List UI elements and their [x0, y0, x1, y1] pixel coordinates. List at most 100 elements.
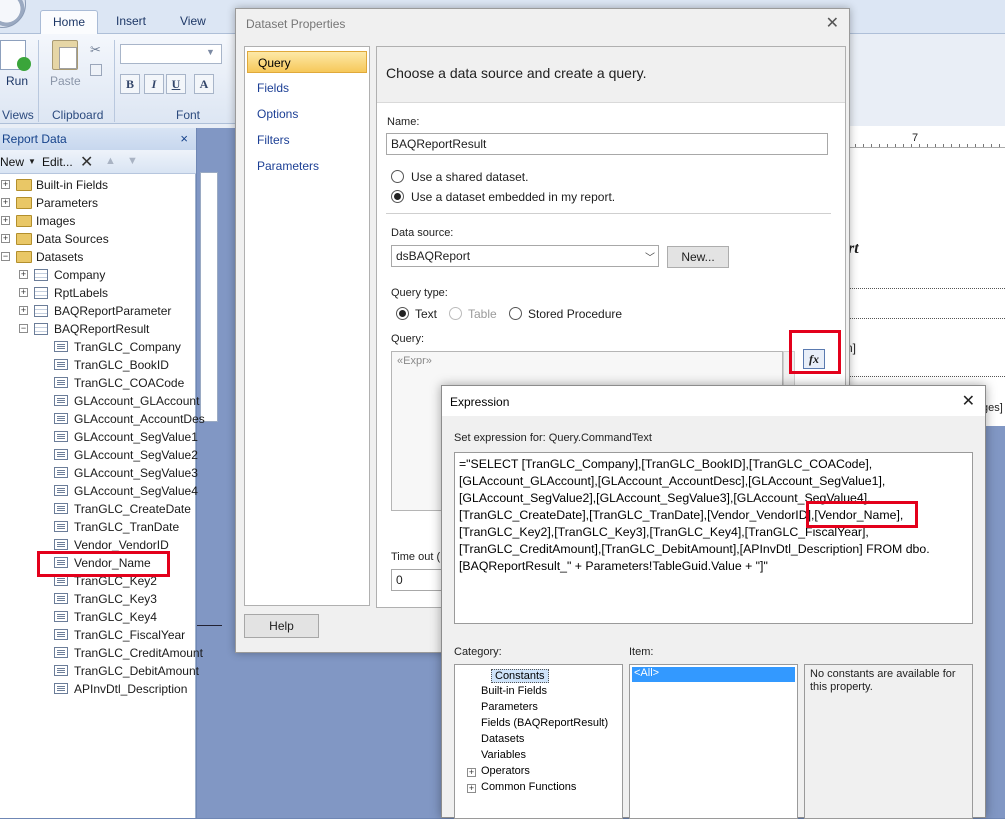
tree-field-item[interactable]: TranGLC_FiscalYear: [0, 626, 196, 644]
run-report-icon[interactable]: [0, 40, 31, 71]
item-all[interactable]: <All>: [632, 667, 795, 682]
tab-insert[interactable]: Insert: [104, 10, 158, 34]
field-icon: [54, 413, 68, 424]
close-icon[interactable]: ×: [180, 131, 188, 146]
expander-icon[interactable]: +: [467, 768, 476, 777]
nav-item-options[interactable]: Options: [257, 107, 298, 121]
tree-node[interactable]: + Company: [0, 266, 196, 284]
bold-button[interactable]: B: [120, 74, 140, 94]
tree-node[interactable]: + Parameters: [0, 194, 196, 212]
chevron-down-icon: ▼: [28, 157, 36, 166]
category-item[interactable]: Constants: [491, 669, 549, 683]
expander-icon[interactable]: +: [19, 270, 28, 279]
timeout-spinner[interactable]: 0: [391, 569, 445, 591]
tree-node[interactable]: + Data Sources: [0, 230, 196, 248]
category-item[interactable]: Built-in Fields: [481, 685, 547, 697]
expander-icon[interactable]: −: [1, 252, 10, 261]
tab-view[interactable]: View: [168, 10, 218, 34]
expander-icon[interactable]: +: [467, 784, 476, 793]
delete-icon[interactable]: ✕: [80, 152, 93, 172]
report-page: [848, 126, 1005, 426]
tree-field-item[interactable]: GLAccount_SegValue3: [0, 464, 198, 482]
category-item[interactable]: Operators: [481, 765, 530, 777]
cut-icon[interactable]: ✂: [90, 42, 101, 58]
category-item[interactable]: Fields (BAQReportResult): [481, 717, 608, 729]
nav-item-filters[interactable]: Filters: [257, 133, 290, 147]
radio-embedded-label: Use a dataset embedded in my report.: [411, 190, 616, 204]
tree-node[interactable]: + BAQReportParameter: [0, 302, 196, 320]
query-type-label: Query type:: [391, 287, 448, 299]
page-divider: [848, 318, 1005, 319]
tree-field-item[interactable]: TranGLC_Key3: [0, 590, 196, 608]
tree-field-item[interactable]: APInvDtl_Description: [0, 680, 196, 698]
tree-item-label: Data Sources: [36, 232, 109, 246]
close-icon[interactable]: ✕: [962, 391, 975, 411]
expression-editor[interactable]: ="SELECT [TranGLC_Company],[TranGLC_Book…: [454, 452, 973, 624]
tree-node[interactable]: + RptLabels: [0, 284, 196, 302]
radio-embedded-dataset[interactable]: [391, 190, 404, 203]
tree-field-item[interactable]: TranGLC_DebitAmount: [0, 662, 199, 680]
edit-button[interactable]: Edit...: [42, 155, 73, 169]
name-input[interactable]: BAQReportResult: [386, 133, 828, 155]
run-button[interactable]: Run: [6, 74, 28, 88]
tree-field-item[interactable]: GLAccount_SegValue1: [0, 428, 198, 446]
expander-icon[interactable]: +: [1, 216, 10, 225]
category-item[interactable]: Variables: [481, 749, 526, 761]
expander-icon[interactable]: +: [19, 306, 28, 315]
expander-icon[interactable]: +: [19, 288, 28, 297]
radio-query-text[interactable]: [396, 307, 409, 320]
item-list[interactable]: <All>: [629, 664, 798, 819]
tree-field-item[interactable]: TranGLC_CreditAmount: [0, 644, 203, 662]
tree-field-item[interactable]: TranGLC_BookID: [0, 356, 196, 374]
tree-field-item[interactable]: TranGLC_CreateDate: [0, 500, 196, 518]
tab-home[interactable]: Home: [40, 10, 99, 34]
tree-field-item[interactable]: TranGLC_Key4: [0, 608, 196, 626]
move-down-icon[interactable]: ▼: [127, 155, 138, 167]
field-icon: [54, 611, 68, 622]
tree-field-item[interactable]: GLAccount_SegValue2: [0, 446, 198, 464]
tree-node[interactable]: − BAQReportResult: [0, 320, 196, 338]
radio-shared-dataset[interactable]: [391, 170, 404, 183]
tree-field-item[interactable]: GLAccount_GLAccount: [0, 392, 199, 410]
radio-table-label: Table: [468, 307, 497, 321]
expander-icon[interactable]: −: [19, 324, 28, 333]
tree-node[interactable]: + Images: [0, 212, 196, 230]
dataset-icon: [34, 323, 48, 335]
expander-icon[interactable]: +: [1, 180, 10, 189]
category-tree[interactable]: Constants Built-in Fields Parameters Fields…: [454, 664, 623, 819]
nav-item-query[interactable]: Query: [247, 51, 367, 73]
underline-button[interactable]: U: [166, 74, 186, 94]
italic-button[interactable]: I: [144, 74, 164, 94]
tree-item-label: TranGLC_TranDate: [74, 520, 180, 534]
expander-icon[interactable]: +: [1, 234, 10, 243]
radio-query-table[interactable]: [449, 307, 462, 320]
category-item[interactable]: Parameters: [481, 701, 538, 713]
data-source-select[interactable]: dsBAQReport: [391, 245, 659, 267]
paste-button[interactable]: Paste: [50, 74, 81, 88]
tree-field-item[interactable]: GLAccount_SegValue4: [0, 482, 198, 500]
tree-node[interactable]: + Built-in Fields: [0, 176, 196, 194]
paste-icon[interactable]: [52, 40, 78, 70]
new-datasource-button[interactable]: New...: [667, 246, 729, 268]
category-item[interactable]: Common Functions: [481, 781, 576, 793]
copy-icon[interactable]: [90, 64, 102, 76]
nav-item-fields[interactable]: Fields: [257, 81, 289, 95]
close-icon[interactable]: ✕: [826, 13, 839, 33]
move-up-icon[interactable]: ▲: [105, 155, 116, 167]
help-button[interactable]: Help: [244, 614, 319, 638]
field-icon: [54, 359, 68, 370]
nav-item-parameters[interactable]: Parameters: [257, 159, 319, 173]
category-item[interactable]: Datasets: [481, 733, 524, 745]
tree-node[interactable]: − Datasets: [0, 248, 196, 266]
tree-field-item[interactable]: GLAccount_AccountDes: [0, 410, 205, 428]
tree-field-item[interactable]: TranGLC_Company: [0, 338, 196, 356]
expander-icon[interactable]: +: [1, 198, 10, 207]
font-color-button[interactable]: A: [194, 74, 214, 94]
tree-item-label: GLAccount_SegValue1: [74, 430, 198, 444]
tree-item-label: Company: [54, 268, 106, 282]
new-dropdown-button[interactable]: New: [0, 155, 24, 169]
tree-field-item[interactable]: TranGLC_COACode: [0, 374, 196, 392]
radio-stored-procedure[interactable]: [509, 307, 522, 320]
set-expression-label: Set expression for: Query.CommandText: [454, 432, 652, 444]
tree-field-item[interactable]: TranGLC_TranDate: [0, 518, 196, 536]
